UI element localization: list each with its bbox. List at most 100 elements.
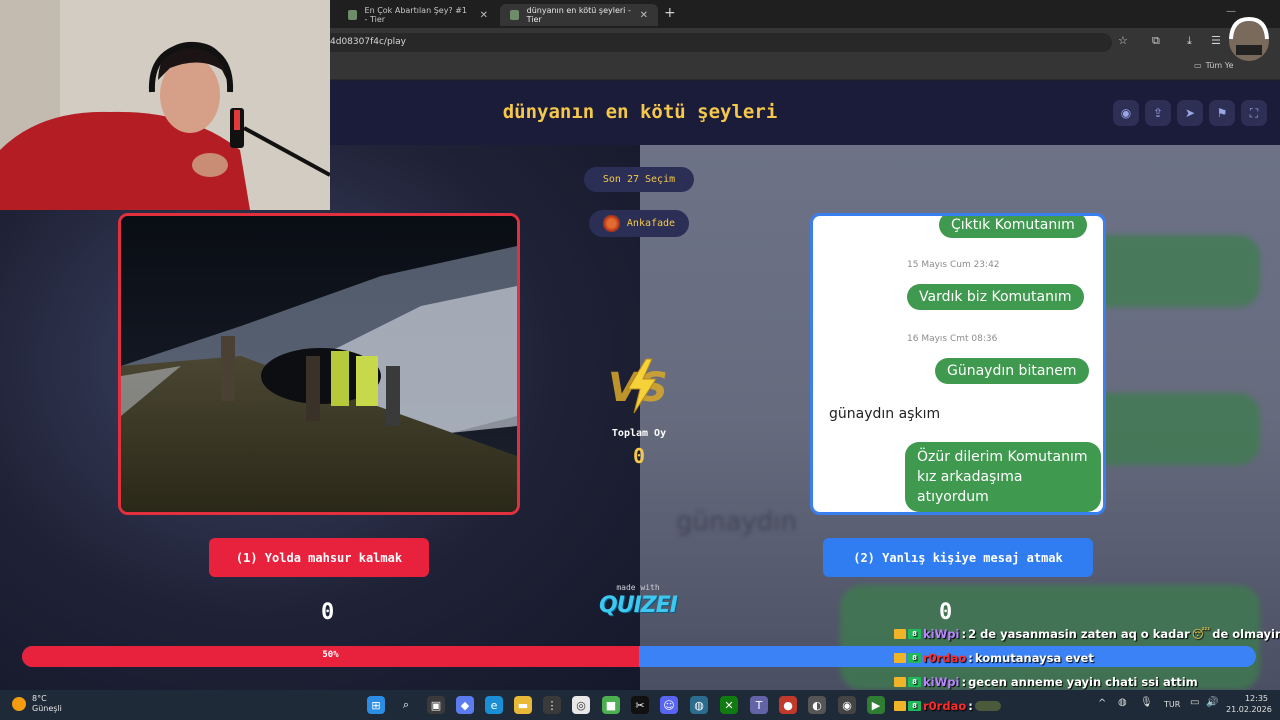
chat-timestamp: 16 Mayıs Cmt 08:36 [907, 334, 998, 344]
chevron-up-icon[interactable]: ^ [1098, 698, 1106, 709]
left-score: 0 [321, 600, 335, 625]
task-view-icon[interactable]: ▣ [427, 696, 445, 714]
chrome-icon[interactable]: ◎ [572, 696, 590, 714]
weather-widget[interactable]: 8°C Güneşli [12, 694, 62, 714]
chat-bubble: Çıktık Komutanım [939, 216, 1087, 238]
recorder-icon[interactable]: ● [779, 696, 797, 714]
chat-incoming-text: günaydın aşkım [829, 406, 941, 422]
choice-left-button[interactable]: (1) Yolda mahsur kalmak [209, 538, 429, 577]
network-icon[interactable]: ◍ [1118, 697, 1127, 708]
download-icon[interactable]: ⤓ [1187, 34, 1192, 48]
subscriber-badge-icon: 8 [908, 629, 921, 639]
browser-tab[interactable]: En Çok Abartılan Şey? #1 - Tier ✕ [338, 4, 498, 26]
chat-bubble: Vardık biz Komutanım [907, 284, 1084, 310]
subscriber-badge-icon: 8 [908, 677, 921, 687]
sun-icon [12, 697, 26, 711]
clock[interactable]: 12:35 21.02.2026 [1226, 693, 1272, 715]
minecraft-icon[interactable]: ■ [602, 696, 620, 714]
clock-date: 21.02.2026 [1226, 705, 1272, 714]
volume-icon[interactable]: 🔊 [1206, 697, 1218, 708]
edge-icon[interactable]: e [485, 696, 503, 714]
windows-start-icon[interactable]: ⊞ [367, 696, 385, 714]
right-score: 0 [939, 600, 953, 625]
avatar [602, 215, 620, 232]
capcut-icon[interactable]: ✂ [631, 696, 649, 714]
search-icon[interactable]: ⌕ [397, 696, 415, 714]
stream-chat-message: 8 kiWpi: gecen anneme yayin chati ssi at… [894, 673, 1198, 691]
weather-temp: 8°C [32, 694, 47, 703]
choice-right-button[interactable]: (2) Yanlış kişiye mesaj atmak [823, 538, 1093, 577]
tab-title: En Çok Abartılan Şey? #1 - Tier [364, 6, 468, 24]
emote-icon [974, 701, 1001, 711]
chat-username: r0rdao [923, 699, 967, 713]
webcam-overlay [0, 0, 330, 210]
blurred-text: günaydın [676, 507, 797, 537]
stream-chat-message: 8 kiWpi: 2 de yasanmasin zaten aq o kada… [894, 625, 1280, 643]
author-pill[interactable]: Ankafade [589, 210, 689, 237]
tab-favicon-icon [348, 10, 357, 20]
clock-time: 12:35 [1244, 694, 1268, 703]
chat-text-suffix: de olmayin [1212, 627, 1280, 641]
close-icon[interactable]: ✕ [480, 10, 488, 21]
chat-text: gecen anneme yayin chati ssi attim [968, 675, 1198, 689]
eye-icon[interactable]: ◉ [1113, 100, 1139, 126]
subscriber-badge-icon: 8 [908, 653, 921, 663]
apps-grid-icon[interactable]: ⋮ [543, 696, 561, 714]
copilot-icon[interactable]: ◆ [456, 696, 474, 714]
chat-username: kiWpi [923, 675, 960, 689]
total-votes-label: Toplam Oy [611, 428, 667, 439]
crown-badge-icon [894, 701, 906, 711]
microphone-icon[interactable]: 🎙 [1140, 697, 1153, 708]
chat-username: r0rdao [923, 651, 967, 665]
obs-icon[interactable]: ◉ [838, 696, 856, 714]
star-icon[interactable]: ☆ [1118, 34, 1128, 47]
tab-favicon-icon [510, 10, 519, 20]
teams-icon[interactable]: T [750, 696, 768, 714]
last-choices-pill[interactable]: Son 27 Seçim [584, 167, 694, 192]
language-indicator[interactable]: TUR [1164, 700, 1180, 709]
browser-tab-active[interactable]: dünyanın en kötü şeyleri - Tier ✕ [500, 4, 658, 26]
discord-icon[interactable]: ☺ [660, 696, 678, 714]
weather-desc: Güneşli [32, 704, 62, 713]
display-icon[interactable]: ▭ [1190, 697, 1199, 708]
right-choice-image[interactable]: Çıktık Komutanım 15 Mayıs Cum 23:42 Vard… [810, 213, 1106, 515]
chat-username: kiWpi [923, 627, 960, 641]
chat-text: komutanaysa evet [974, 651, 1094, 665]
new-tab-icon[interactable]: + [664, 5, 676, 21]
total-votes-value: 0 [632, 444, 646, 468]
mini-avatar-icon [1229, 16, 1269, 61]
left-choice-image[interactable] [118, 213, 520, 515]
stream-chat-message: 8 r0rdao: [894, 697, 1001, 715]
send-icon[interactable]: ➤ [1177, 100, 1203, 126]
globe-icon[interactable]: ◍ [690, 696, 708, 714]
xbox-icon[interactable]: ✕ [720, 696, 738, 714]
file-explorer-icon[interactable]: ▬ [514, 696, 532, 714]
chat-bubble: Özür dilerim Komutanım kız arkadaşıma at… [905, 442, 1101, 512]
stream-chat-message: 8 r0rdao: komutanaysa evet [894, 649, 1094, 667]
app-icon[interactable]: ◐ [808, 696, 826, 714]
snowy-road-photo [121, 216, 517, 512]
close-icon[interactable]: ✕ [640, 10, 648, 21]
crown-badge-icon [894, 629, 906, 639]
menu-icon[interactable]: ☰ [1211, 34, 1221, 47]
chat-text: 2 de yasanmasin zaten aq o kadar [968, 627, 1190, 641]
vs-icon: VS [608, 358, 668, 414]
crown-badge-icon [894, 677, 906, 687]
extensions-icon[interactable]: ⧉ [1152, 34, 1160, 48]
emote-icon: 😴 [1191, 627, 1211, 641]
subscriber-badge-icon: 8 [908, 701, 921, 711]
share-icon[interactable]: ⇪ [1145, 100, 1171, 126]
crown-badge-icon [894, 653, 906, 663]
flag-icon[interactable]: ⚑ [1209, 100, 1235, 126]
play-icon[interactable]: ▶ [867, 696, 885, 714]
streamer-webcam [0, 0, 330, 210]
made-with-label: made with [616, 583, 660, 592]
quizei-logo[interactable]: QUIZEI [596, 593, 680, 618]
chat-bubble: Günaydın bitanem [935, 358, 1089, 384]
author-name: Ankafade [626, 218, 676, 229]
progress-label: 50% [322, 650, 339, 660]
tab-title: dünyanın en kötü şeyleri - Tier [526, 6, 631, 24]
chat-timestamp: 15 Mayıs Cum 23:42 [907, 260, 1000, 270]
fullscreen-icon[interactable]: ⛶ [1241, 100, 1267, 126]
folder-icon: ▭ [1194, 61, 1202, 70]
